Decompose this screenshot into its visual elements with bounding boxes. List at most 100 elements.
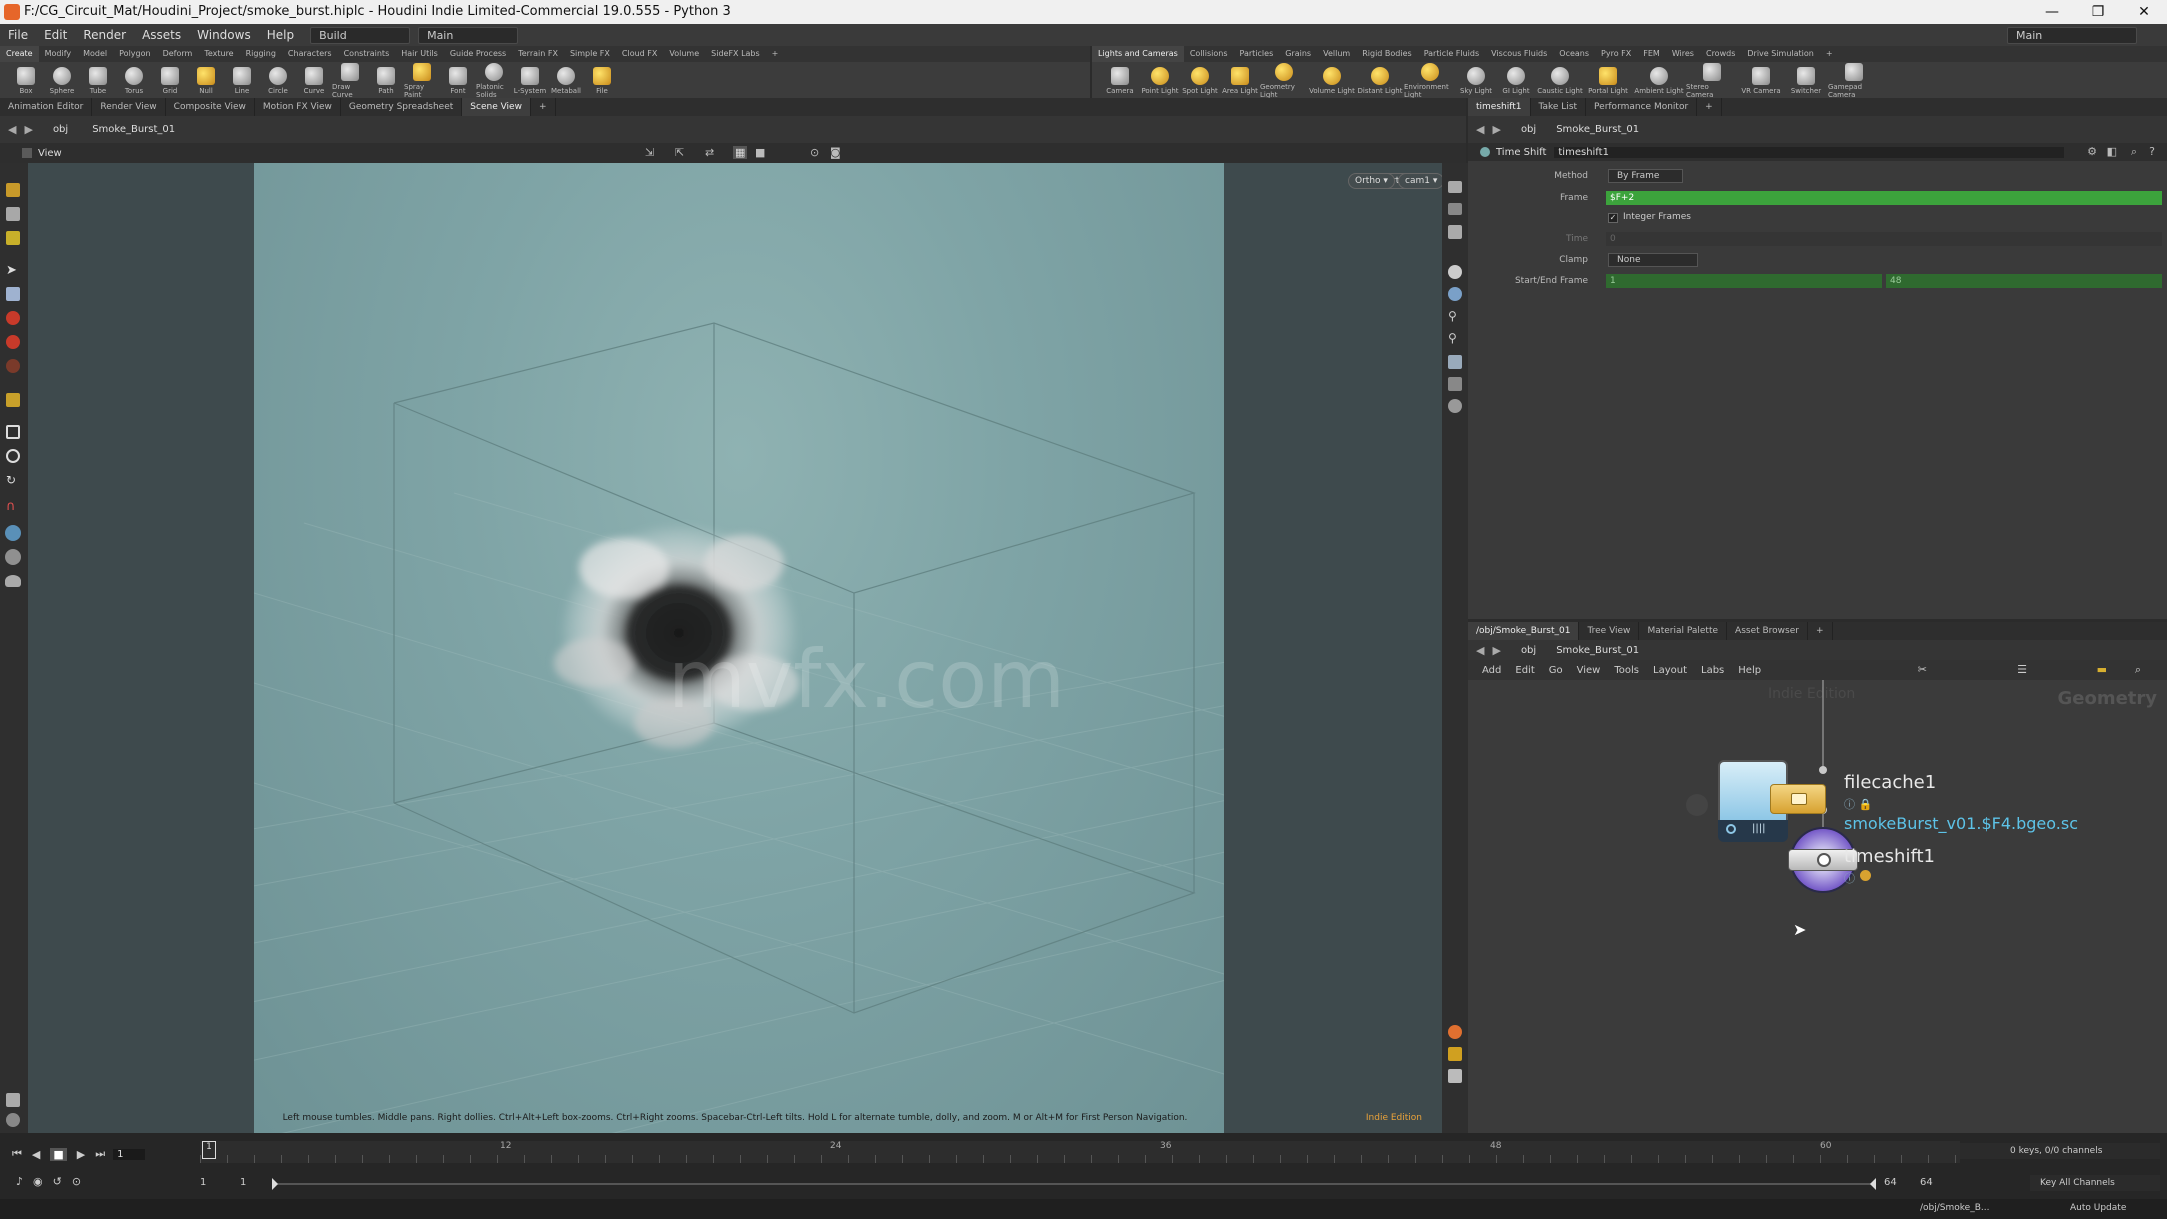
box-select-icon[interactable] (6, 425, 20, 439)
shelf-tab-characters[interactable]: Characters (282, 46, 338, 62)
handle-tool-icon[interactable] (6, 335, 20, 349)
tab-composite-view[interactable]: Composite View (166, 98, 255, 116)
end-frame-field-2[interactable]: 64 (1920, 1177, 1933, 1188)
tool-sphere[interactable]: Sphere (44, 65, 80, 95)
display-mode-icon[interactable]: ▦ (733, 146, 748, 159)
filecache1-label[interactable]: filecache1 (1844, 772, 1936, 793)
tool-curve[interactable]: Curve (296, 65, 332, 95)
brush-tool-icon[interactable] (6, 393, 20, 407)
tab-render-view[interactable]: Render View (92, 98, 166, 116)
start-frame-field-2[interactable]: 1 (240, 1177, 246, 1188)
warning-icon[interactable] (1448, 1025, 1462, 1039)
shelf-tab-constraints[interactable]: Constraints (338, 46, 396, 62)
render-region-icon[interactable] (1448, 1047, 1462, 1061)
params-search-icon[interactable]: ⌕ (2131, 145, 2137, 159)
normals-display-icon[interactable] (1448, 399, 1462, 413)
shelf-tab-vellum[interactable]: Vellum (1317, 46, 1356, 62)
net-menu-layout[interactable]: Layout (1653, 665, 1687, 676)
tool-platonic-solids[interactable]: Platonic Solids (476, 61, 512, 99)
tab-geometry-spreadsheet[interactable]: Geometry Spreadsheet (341, 98, 463, 116)
camera-tool-icon[interactable] (5, 549, 21, 565)
brush-settings-icon[interactable] (6, 1093, 20, 1107)
world-space-icon[interactable] (6, 1113, 20, 1127)
net-menu-view[interactable]: View (1577, 665, 1601, 676)
params-info-icon[interactable]: ◧ (2107, 145, 2117, 158)
list-view-icon[interactable]: ☰ (2017, 663, 2027, 676)
shading-mode-icon[interactable]: ■ (755, 146, 765, 159)
tab-tree-view[interactable]: Tree View (1579, 622, 1640, 640)
add-shelf-tab-icon[interactable]: + (1820, 46, 1839, 62)
params-path-obj[interactable]: obj (1521, 124, 1536, 135)
tool-draw-curve[interactable]: Draw Curve (332, 61, 368, 99)
shelf-tab-volume[interactable]: Volume (663, 46, 705, 62)
tool-file[interactable]: File (584, 65, 620, 95)
current-frame-field[interactable]: 1 (113, 1148, 146, 1160)
shelf-tab-grains[interactable]: Grains (1279, 46, 1317, 62)
close-button[interactable]: ✕ (2121, 0, 2167, 24)
lasso-select-icon[interactable] (6, 449, 20, 463)
tool-path[interactable]: Path (368, 65, 404, 95)
shelf-tab-model[interactable]: Model (77, 46, 113, 62)
right-context-select[interactable]: Main (2007, 26, 2137, 44)
tool-font[interactable]: Font (440, 65, 476, 95)
status-path[interactable]: /obj/Smoke_B... (1920, 1203, 1989, 1213)
shelf-tab-viscous-fluids[interactable]: Viscous Fluids (1485, 46, 1553, 62)
menu-windows[interactable]: Windows (189, 24, 259, 46)
frame-field[interactable]: $F+2 (1606, 191, 2162, 205)
auto-update-select[interactable]: Auto Update (2070, 1203, 2126, 1213)
shelf-tab-create[interactable]: Create (0, 46, 39, 62)
scale-tool-icon[interactable] (6, 359, 20, 373)
display-options-icon[interactable] (1448, 181, 1462, 193)
audio-icon[interactable]: ♪ (16, 1175, 23, 1188)
tool-sky-light[interactable]: Sky Light (1456, 65, 1496, 95)
filecache1-info-icon[interactable]: ⓘ 🔒 (1844, 796, 1872, 812)
shelf-tab-lights-cameras[interactable]: Lights and Cameras (1092, 46, 1184, 62)
tool-torus[interactable]: Torus (116, 65, 152, 95)
pin-icon[interactable]: ⚲ (1448, 309, 1462, 323)
node-name-field[interactable]: timeshift1 (1554, 146, 2065, 158)
shelf-tab-crowds[interactable]: Crowds (1700, 46, 1741, 62)
tool-switcher[interactable]: Switcher (1784, 65, 1828, 95)
loop-icon[interactable]: ↺ (53, 1175, 62, 1188)
shelf-tab-rigid-bodies[interactable]: Rigid Bodies (1356, 46, 1417, 62)
shelf-tab-polygon[interactable]: Polygon (113, 46, 156, 62)
shelf-tab-fem[interactable]: FEM (1637, 46, 1666, 62)
end-frame-field[interactable]: 64 (1884, 1177, 1897, 1188)
handle-mode-icon[interactable]: ⇱ (675, 146, 684, 159)
network-search-icon[interactable]: ⌕ (2135, 663, 2141, 677)
menu-assets[interactable]: Assets (134, 24, 189, 46)
last-frame-icon[interactable]: ⏭ (95, 1147, 105, 1161)
grid-display-icon[interactable] (1448, 355, 1462, 369)
settings-clock-icon[interactable]: ⊙ (72, 1175, 81, 1188)
params-help-icon[interactable]: ? (2149, 145, 2155, 158)
tab-scene-view[interactable]: Scene View (462, 98, 531, 116)
range-start-handle[interactable] (272, 1178, 278, 1190)
timeshift1-warning-icon[interactable] (1860, 870, 1871, 881)
hat-tool-icon[interactable] (5, 575, 21, 587)
time-field[interactable]: 0 (1606, 232, 2162, 246)
tool-stereo-camera[interactable]: Stereo Camera (1686, 61, 1738, 99)
shelf-tab-pyro-fx[interactable]: Pyro FX (1595, 46, 1637, 62)
menu-edit[interactable]: Edit (36, 24, 75, 46)
net-menu-labs[interactable]: Labs (1701, 665, 1724, 676)
menu-help[interactable]: Help (259, 24, 302, 46)
shelf-tab-drive-simulation[interactable]: Drive Simulation (1741, 46, 1819, 62)
tool-circle[interactable]: Circle (260, 65, 296, 95)
timeline-ruler[interactable]: 1 12 24 36 48 60 (200, 1141, 1960, 1163)
lighting-icon[interactable] (1448, 287, 1462, 301)
integer-frames-checkbox[interactable]: ✓ (1608, 213, 1618, 223)
net-menu-edit[interactable]: Edit (1515, 665, 1534, 676)
view-menu-icon[interactable] (22, 148, 32, 158)
tool-null[interactable]: Null (188, 65, 224, 95)
shelf-tab-sidefx-labs[interactable]: SideFX Labs (705, 46, 766, 62)
tool-camera[interactable]: Camera (1100, 65, 1140, 95)
pin2-icon[interactable]: ⚲ (1448, 331, 1462, 345)
tab-performance-monitor[interactable]: Performance Monitor (1586, 98, 1698, 116)
context-select[interactable]: Main (418, 26, 519, 44)
play-icon[interactable]: ▶ (77, 1148, 85, 1161)
shelf-tab-texture[interactable]: Texture (198, 46, 239, 62)
timeshift1-label[interactable]: timeshift1 (1844, 846, 1935, 867)
back-arrow-icon[interactable]: ◀ (8, 123, 16, 136)
tool-metaball[interactable]: Metaball (548, 65, 584, 95)
wrench-icon[interactable]: ✂ (1918, 663, 1927, 676)
